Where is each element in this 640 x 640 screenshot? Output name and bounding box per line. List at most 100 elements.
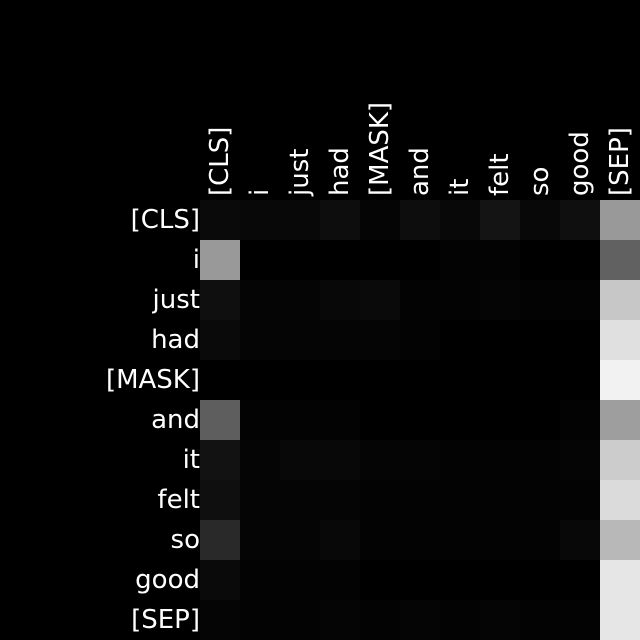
heatmap-cell xyxy=(560,560,600,600)
heatmap-cell xyxy=(360,400,400,440)
heatmap-cell xyxy=(440,200,480,240)
heatmap-cell xyxy=(240,280,280,320)
heatmap-cell xyxy=(480,280,520,320)
column-label-text: good xyxy=(565,131,595,196)
heatmap-cell xyxy=(320,600,360,640)
heatmap-cell xyxy=(320,520,360,560)
heatmap-cell xyxy=(480,440,520,480)
heatmap-cell xyxy=(560,600,600,640)
heatmap-cell xyxy=(200,360,240,400)
heatmap-cell xyxy=(520,200,560,240)
row-label: it xyxy=(182,445,200,475)
column-label-text: [MASK] xyxy=(365,101,395,196)
heatmap-cell xyxy=(320,480,360,520)
heatmap-cell xyxy=(360,600,400,640)
heatmap-cell xyxy=(280,480,320,520)
column-label-text: i xyxy=(245,188,275,196)
heatmap-cell xyxy=(600,280,640,320)
heatmap-cell xyxy=(400,520,440,560)
heatmap-cell xyxy=(440,320,480,360)
heatmap-cell xyxy=(520,400,560,440)
column-label: felt xyxy=(480,153,520,196)
heatmap-cell xyxy=(440,560,480,600)
row-label: i xyxy=(192,245,200,275)
column-label: just xyxy=(280,149,320,196)
heatmap-cell xyxy=(200,280,240,320)
heatmap-cell xyxy=(360,560,400,600)
column-label-text: and xyxy=(405,147,435,196)
heatmap-cell xyxy=(400,200,440,240)
row-label: [CLS] xyxy=(130,205,200,235)
heatmap-cell xyxy=(600,520,640,560)
heatmap-cell xyxy=(360,240,400,280)
row-label: good xyxy=(135,565,200,595)
heatmap-cell xyxy=(480,400,520,440)
heatmap-cell xyxy=(200,520,240,560)
column-label-text: felt xyxy=(485,153,515,196)
heatmap-cell xyxy=(560,320,600,360)
heatmap-cell xyxy=(560,280,600,320)
heatmap-cell xyxy=(280,520,320,560)
heatmap-cell xyxy=(320,560,360,600)
heatmap-cell xyxy=(600,480,640,520)
heatmap-cell xyxy=(320,400,360,440)
heatmap-cell xyxy=(480,600,520,640)
heatmap-cell xyxy=(360,360,400,400)
heatmap-cell xyxy=(280,280,320,320)
heatmap-cell xyxy=(360,520,400,560)
heatmap-cell xyxy=(600,600,640,640)
heatmap-cell xyxy=(200,320,240,360)
heatmap-cell xyxy=(520,240,560,280)
column-label: had xyxy=(320,147,360,196)
row-label: so xyxy=(170,525,200,555)
column-label-text: [CLS] xyxy=(205,126,235,196)
heatmap-cell xyxy=(400,360,440,400)
heatmap-cell xyxy=(440,440,480,480)
attention-heatmap xyxy=(200,200,640,640)
heatmap-cell xyxy=(240,480,280,520)
heatmap-cell xyxy=(400,600,440,640)
column-label: good xyxy=(560,131,600,196)
heatmap-cell xyxy=(400,560,440,600)
column-label: i xyxy=(240,156,280,196)
heatmap-cell xyxy=(320,240,360,280)
column-label-text: it xyxy=(445,178,475,196)
heatmap-cell xyxy=(240,520,280,560)
heatmap-cell xyxy=(560,440,600,480)
heatmap-cell xyxy=(360,320,400,360)
row-label: just xyxy=(152,285,200,315)
heatmap-cell xyxy=(520,480,560,520)
heatmap-cell xyxy=(280,440,320,480)
heatmap-cell xyxy=(200,400,240,440)
heatmap-cell xyxy=(200,480,240,520)
heatmap-cell xyxy=(360,480,400,520)
heatmap-cell xyxy=(240,320,280,360)
heatmap-cell xyxy=(200,560,240,600)
heatmap-cell xyxy=(320,320,360,360)
heatmap-cell xyxy=(600,560,640,600)
heatmap-cell xyxy=(560,240,600,280)
heatmap-cell xyxy=(560,480,600,520)
heatmap-cell xyxy=(600,240,640,280)
row-label: and xyxy=(151,405,200,435)
heatmap-cell xyxy=(400,440,440,480)
heatmap-cell xyxy=(280,600,320,640)
heatmap-cell xyxy=(600,400,640,440)
heatmap-cell xyxy=(280,320,320,360)
heatmap-cell xyxy=(320,280,360,320)
heatmap-cell xyxy=(560,400,600,440)
heatmap-cell xyxy=(440,520,480,560)
heatmap-cell xyxy=(280,360,320,400)
heatmap-cell xyxy=(440,240,480,280)
heatmap-cell xyxy=(600,200,640,240)
heatmap-cell xyxy=(280,200,320,240)
heatmap-cell xyxy=(480,200,520,240)
heatmap-cell xyxy=(200,240,240,280)
column-label: and xyxy=(400,147,440,196)
heatmap-cell xyxy=(520,520,560,560)
column-label: so xyxy=(520,156,560,196)
heatmap-cell xyxy=(280,240,320,280)
column-label-text: [SEP] xyxy=(605,127,635,196)
heatmap-cell xyxy=(480,520,520,560)
row-label: felt xyxy=(157,485,200,515)
